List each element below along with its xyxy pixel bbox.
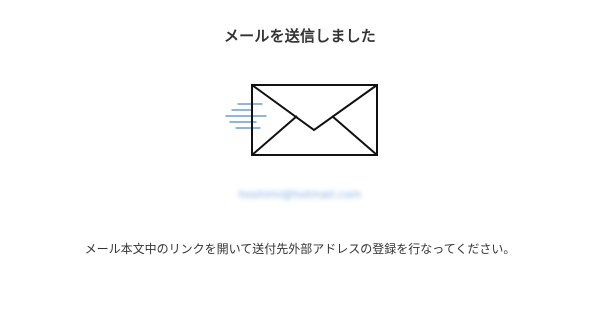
mail-sent-icon <box>225 84 378 156</box>
motion-lines <box>225 103 267 129</box>
dialog-title: メールを送信しました <box>223 27 376 45</box>
envelope <box>251 84 378 156</box>
instruction-message: メール本文中のリンクを開いて送付先外部アドレスの登録を行なってください。 <box>84 242 516 256</box>
recipient-email-address: hoshimi@hotmail.com <box>238 188 362 201</box>
mail-sent-dialog: メールを送信しました hoshimi@hotmail.com メール本文中のリン… <box>0 0 600 318</box>
